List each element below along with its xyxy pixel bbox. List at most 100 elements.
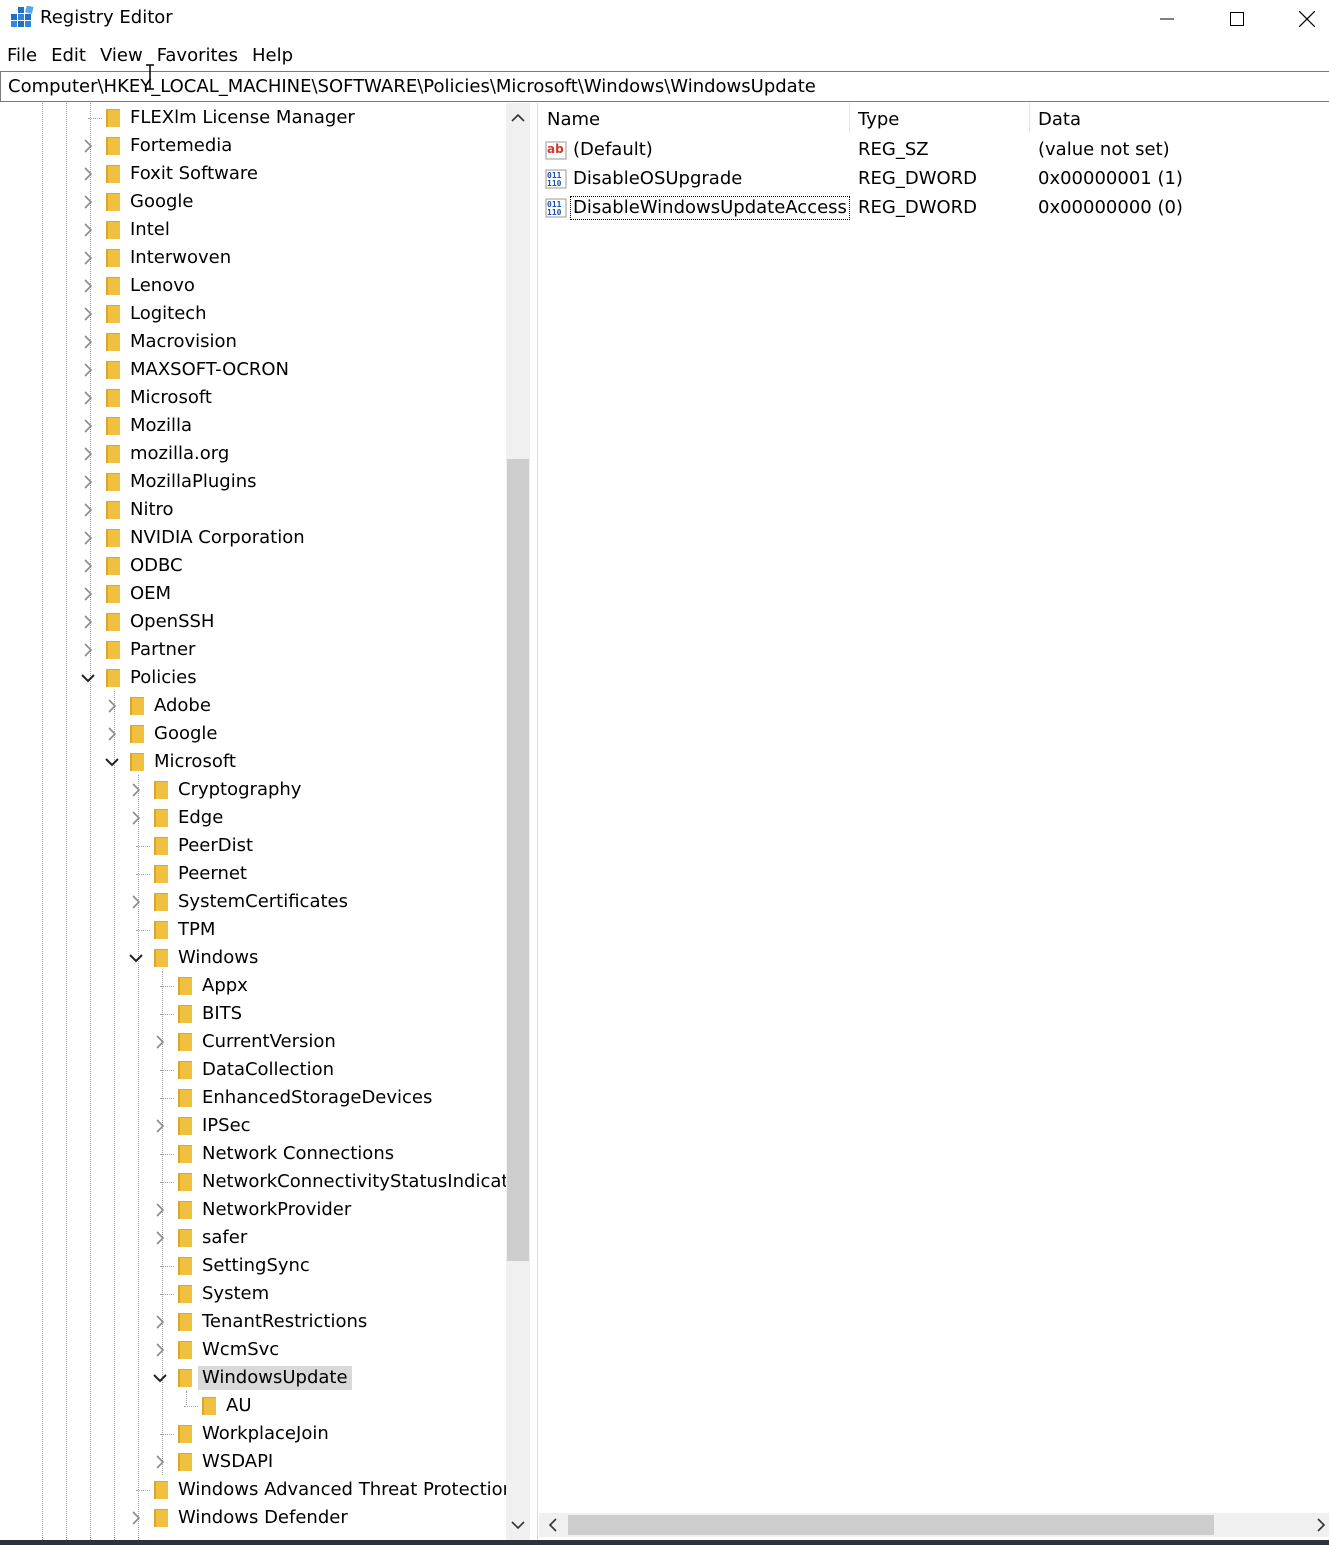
tree-node-cryptography[interactable]: Cryptography: [0, 776, 505, 804]
values-list[interactable]: Name Type Data ab (Default) REG_SZ (valu…: [539, 103, 1329, 1540]
chevron-right-icon[interactable]: [153, 1231, 167, 1245]
tree-node-wsdapi[interactable]: WSDAPI: [0, 1448, 505, 1476]
tree-node-network-connections[interactable]: Network Connections: [0, 1140, 505, 1168]
tree-node-networkprovider[interactable]: NetworkProvider: [0, 1196, 505, 1224]
menu-edit[interactable]: Edit: [44, 42, 93, 70]
column-header-name[interactable]: Name: [547, 109, 600, 130]
chevron-down-icon[interactable]: [105, 755, 119, 769]
menu-help[interactable]: Help: [245, 42, 300, 70]
chevron-right-icon[interactable]: [105, 727, 119, 741]
tree-node-windowsupdate[interactable]: WindowsUpdate: [0, 1364, 505, 1392]
tree-node-edge[interactable]: Edge: [0, 804, 505, 832]
tree-node-system[interactable]: System: [0, 1280, 505, 1308]
chevron-right-icon[interactable]: [129, 811, 143, 825]
minimize-button[interactable]: [1132, 0, 1202, 38]
pane-splitter[interactable]: [530, 103, 538, 1540]
chevron-right-icon[interactable]: [81, 615, 95, 629]
column-divider[interactable]: [1029, 103, 1030, 133]
tree-node-partner[interactable]: Partner: [0, 636, 505, 664]
values-hscrollbar-thumb[interactable]: [568, 1515, 1214, 1535]
scroll-left-button[interactable]: [541, 1513, 565, 1537]
menu-favorites[interactable]: Favorites: [150, 42, 245, 70]
column-header-type[interactable]: Type: [858, 109, 899, 130]
chevron-right-icon[interactable]: [129, 783, 143, 797]
tree-node-peerdist[interactable]: PeerDist: [0, 832, 505, 860]
chevron-right-icon[interactable]: [81, 335, 95, 349]
tree-scrollbar-thumb[interactable]: [507, 459, 529, 1261]
chevron-right-icon[interactable]: [81, 643, 95, 657]
tree-node-foxit-software[interactable]: Foxit Software: [0, 160, 505, 188]
tree-node-bits[interactable]: BITS: [0, 1000, 505, 1028]
tree-node-windows-atp[interactable]: Windows Advanced Threat Protection: [0, 1476, 514, 1504]
value-row[interactable]: ab (Default) REG_SZ (value not set): [539, 137, 1329, 166]
chevron-right-icon[interactable]: [81, 363, 95, 377]
chevron-right-icon[interactable]: [153, 1119, 167, 1133]
chevron-right-icon[interactable]: [81, 391, 95, 405]
tree-node-policies-google[interactable]: Google: [0, 720, 505, 748]
column-header-data[interactable]: Data: [1038, 109, 1081, 130]
chevron-down-icon[interactable]: [129, 951, 143, 965]
chevron-right-icon[interactable]: [81, 195, 95, 209]
chevron-right-icon[interactable]: [81, 167, 95, 181]
tree-node-fortemedia[interactable]: Fortemedia: [0, 132, 505, 160]
chevron-right-icon[interactable]: [153, 1203, 167, 1217]
tree-node-nvidia-corporation[interactable]: NVIDIA Corporation: [0, 524, 505, 552]
chevron-right-icon[interactable]: [81, 447, 95, 461]
scroll-down-button[interactable]: [506, 1513, 530, 1537]
tree-node-appx[interactable]: Appx: [0, 972, 505, 1000]
tree-node-lenovo[interactable]: Lenovo: [0, 272, 505, 300]
tree-node-logitech[interactable]: Logitech: [0, 300, 505, 328]
tree-node-currentversion[interactable]: CurrentVersion: [0, 1028, 505, 1056]
chevron-right-icon[interactable]: [81, 531, 95, 545]
tree-node-mozilla[interactable]: Mozilla: [0, 412, 505, 440]
tree-node-macrovision[interactable]: Macrovision: [0, 328, 505, 356]
tree-node-oem[interactable]: OEM: [0, 580, 505, 608]
tree-node-settingsync[interactable]: SettingSync: [0, 1252, 505, 1280]
maximize-button[interactable]: [1202, 0, 1272, 38]
chevron-right-icon[interactable]: [81, 307, 95, 321]
menu-file[interactable]: File: [0, 42, 44, 70]
tree-node-peernet[interactable]: Peernet: [0, 860, 505, 888]
address-bar[interactable]: Computer\HKEY_LOCAL_MACHINE\SOFTWARE\Pol…: [0, 71, 1329, 102]
chevron-down-icon[interactable]: [81, 671, 95, 685]
column-divider[interactable]: [849, 103, 850, 133]
chevron-down-icon[interactable]: [153, 1371, 167, 1385]
tree-node-ncsi[interactable]: NetworkConnectivityStatusIndicator: [0, 1168, 527, 1196]
chevron-right-icon[interactable]: [153, 1455, 167, 1469]
tree-node-workplacejoin[interactable]: WorkplaceJoin: [0, 1420, 505, 1448]
tree-node-mozilla-org[interactable]: mozilla.org: [0, 440, 505, 468]
tree-node-interwoven[interactable]: Interwoven: [0, 244, 505, 272]
tree-node-windows-defender[interactable]: Windows Defender: [0, 1504, 505, 1532]
value-row[interactable]: 011 110 DisableOSUpgrade REG_DWORD 0x000…: [539, 166, 1329, 195]
chevron-right-icon[interactable]: [129, 1511, 143, 1525]
menu-view[interactable]: View: [93, 42, 150, 70]
key-tree[interactable]: FLEXlm License Manager Fortemedia Foxit So…: [0, 103, 530, 1540]
tree-node-nitro[interactable]: Nitro: [0, 496, 505, 524]
chevron-right-icon[interactable]: [81, 475, 95, 489]
chevron-right-icon[interactable]: [153, 1315, 167, 1329]
tree-node-policies-adobe[interactable]: Adobe: [0, 692, 505, 720]
chevron-right-icon[interactable]: [81, 139, 95, 153]
chevron-right-icon[interactable]: [153, 1343, 167, 1357]
tree-node-policies[interactable]: Policies: [0, 664, 505, 692]
tree-node-openssh[interactable]: OpenSSH: [0, 608, 505, 636]
tree-node-tenantrestrictions[interactable]: TenantRestrictions: [0, 1308, 505, 1336]
chevron-right-icon[interactable]: [129, 895, 143, 909]
chevron-right-icon[interactable]: [81, 503, 95, 517]
chevron-right-icon[interactable]: [81, 223, 95, 237]
chevron-right-icon[interactable]: [105, 699, 119, 713]
chevron-right-icon[interactable]: [153, 1035, 167, 1049]
scroll-right-button[interactable]: [1313, 1513, 1329, 1537]
chevron-right-icon[interactable]: [81, 279, 95, 293]
tree-node-tpm[interactable]: TPM: [0, 916, 505, 944]
tree-node-policies-microsoft[interactable]: Microsoft: [0, 748, 505, 776]
scroll-up-button[interactable]: [506, 106, 530, 130]
tree-node-datacollection[interactable]: DataCollection: [0, 1056, 505, 1084]
tree-node-maxsoft-ocron[interactable]: MAXSOFT-OCRON: [0, 356, 505, 384]
chevron-right-icon[interactable]: [81, 419, 95, 433]
tree-node-safer[interactable]: safer: [0, 1224, 505, 1252]
chevron-right-icon[interactable]: [81, 587, 95, 601]
tree-node-odbc[interactable]: ODBC: [0, 552, 505, 580]
chevron-right-icon[interactable]: [81, 559, 95, 573]
close-button[interactable]: [1272, 0, 1329, 38]
